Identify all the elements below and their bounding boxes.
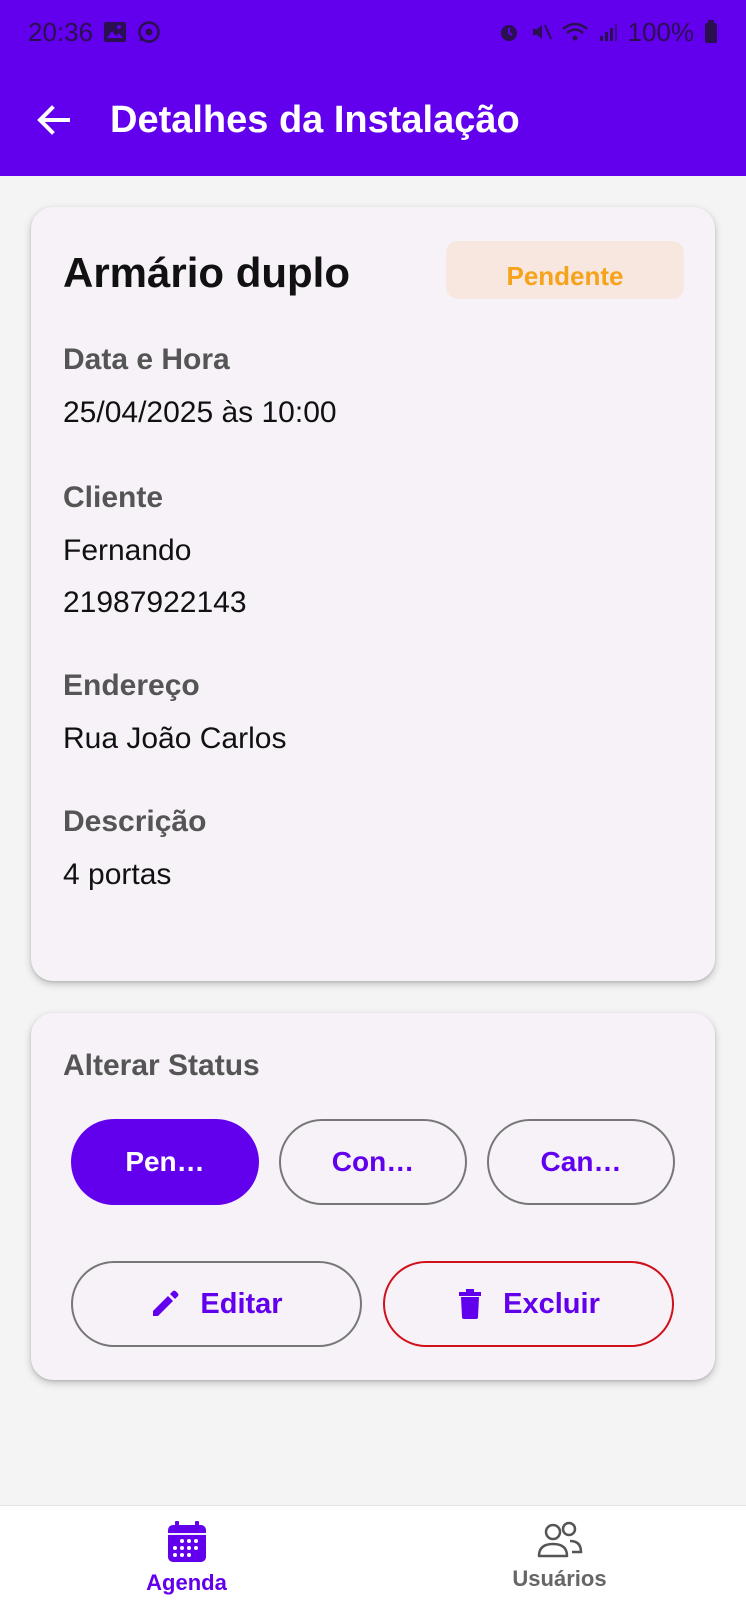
- datetime-value: 25/04/2025 às 10:00: [63, 396, 337, 429]
- status-option-pending[interactable]: Pen…: [71, 1119, 259, 1205]
- status-option-completed[interactable]: Con…: [279, 1119, 467, 1205]
- delete-button[interactable]: Excluir: [383, 1261, 674, 1347]
- status-badge: Pendente: [446, 241, 684, 299]
- wifi-icon: [561, 21, 588, 43]
- nav-item-users[interactable]: Usuários: [373, 1506, 746, 1600]
- change-status-label: Alterar Status: [63, 1049, 260, 1082]
- signal-icon: [598, 22, 618, 42]
- toolbar: Detalhes da Instalação: [0, 64, 746, 176]
- app-bar: 20:36 100% Detalhes da Instalação: [0, 0, 746, 176]
- users-icon: [537, 1521, 582, 1558]
- status-time: 20:36: [28, 16, 94, 47]
- trash-icon: [459, 1289, 482, 1319]
- client-label: Cliente: [63, 481, 164, 514]
- datetime-label: Data e Hora: [63, 343, 230, 376]
- calendar-icon: [167, 1521, 206, 1562]
- arrow-back-icon: [37, 105, 70, 135]
- alarm-icon: [498, 21, 520, 43]
- client-name: Fernando: [63, 534, 192, 567]
- status-badge-label: Pendente: [506, 261, 624, 291]
- image-icon: [103, 21, 127, 43]
- address-value: Rua João Carlos: [63, 722, 287, 755]
- nav-item-agenda[interactable]: Agenda: [0, 1506, 373, 1600]
- description-label: Descrição: [63, 805, 207, 838]
- description-value: 4 portas: [63, 858, 172, 891]
- change-status-card: Alterar Status Pen… Con… Can… Editar Exc…: [31, 1013, 715, 1380]
- battery-icon: [704, 20, 718, 44]
- edit-button-label: Editar: [200, 1287, 283, 1320]
- page-title: Detalhes da Instalação: [110, 98, 520, 141]
- back-button[interactable]: [30, 96, 78, 144]
- status-bar: 20:36 100%: [0, 0, 746, 64]
- status-option-cancelled[interactable]: Can…: [487, 1119, 675, 1205]
- mute-icon: [530, 21, 552, 43]
- installation-details-card: Armário duplo Pendente Data e Hora 25/04…: [31, 207, 715, 981]
- client-phone: 21987922143: [63, 586, 247, 619]
- pencil-icon: [153, 1290, 179, 1316]
- bottom-navigation: Agenda Usuários: [0, 1505, 746, 1600]
- address-label: Endereço: [63, 669, 200, 702]
- nav-label-agenda: Agenda: [146, 1570, 227, 1595]
- edit-button[interactable]: Editar: [71, 1261, 362, 1347]
- delete-button-label: Excluir: [503, 1287, 600, 1320]
- whatsapp-icon: [137, 20, 161, 44]
- battery-percent: 100%: [627, 16, 695, 47]
- installation-title: Armário duplo: [63, 249, 351, 296]
- nav-label-users: Usuários: [512, 1566, 607, 1591]
